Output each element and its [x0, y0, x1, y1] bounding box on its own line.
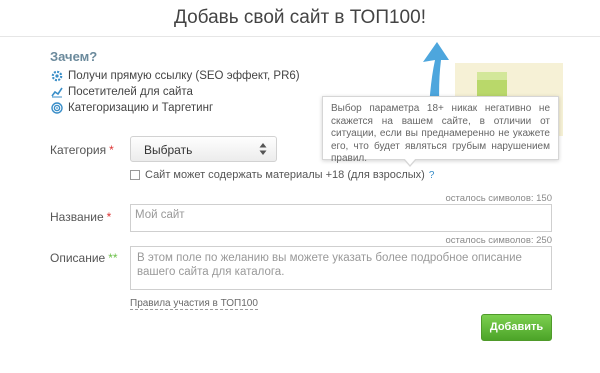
description-label-text: Описание — [50, 251, 106, 265]
tooltip-text: Выбор параметра 18+ никак негативно не с… — [331, 103, 550, 164]
category-select-value: Выбрать — [144, 143, 193, 157]
why-title: Зачем? — [50, 49, 98, 64]
name-input-placeholder: Мой сайт — [135, 209, 185, 221]
description-placeholder: В этом поле по желанию вы можете указать… — [137, 252, 522, 278]
category-label-text: Категория — [50, 143, 107, 157]
description-label: Описание ** — [50, 251, 118, 265]
name-input[interactable]: Мой сайт — [130, 204, 552, 232]
required-mark: * — [106, 210, 112, 224]
chart-bar-top — [477, 72, 507, 80]
chart-icon — [50, 85, 64, 99]
adult-checkbox-row: Сайт может содержать материалы +18 (для … — [130, 169, 434, 181]
description-textarea[interactable]: В этом поле по желанию вы можете указать… — [130, 246, 552, 290]
adult-checkbox-label[interactable]: Сайт может содержать материалы +18 (для … — [145, 169, 425, 181]
required-mark: * — [109, 143, 114, 157]
adult-checkbox[interactable] — [130, 170, 140, 180]
benefit-item: Категоризацию и Таргетинг — [50, 100, 300, 116]
name-counter: осталось символов: 150 — [445, 193, 552, 204]
select-arrows-icon — [259, 143, 267, 155]
benefits-list: Получи прямую ссылку (SEO эффект, PR6) П… — [50, 68, 300, 116]
rules-link[interactable]: Правила участия в ТОП100 — [130, 298, 258, 310]
benefit-label: Посетителей для сайта — [68, 86, 193, 98]
description-counter: осталось символов: 250 — [445, 235, 552, 246]
adult-tooltip: Выбор параметра 18+ никак негативно не с… — [322, 96, 559, 167]
name-label-text: Название — [50, 210, 104, 224]
benefit-item: Посетителей для сайта — [50, 84, 300, 100]
name-label: Название * — [50, 210, 111, 224]
tooltip-tail-inner — [404, 158, 416, 165]
optional-mark: ** — [108, 251, 118, 265]
target-icon — [50, 101, 64, 115]
category-label: Категория * — [50, 143, 114, 157]
submit-button[interactable]: Добавить — [481, 314, 552, 341]
benefit-item: Получи прямую ссылку (SEO эффект, PR6) — [50, 68, 300, 84]
page-title: Добавь свой сайт в ТОП100! — [174, 7, 426, 28]
category-select[interactable]: Выбрать — [130, 136, 277, 162]
benefit-label: Получи прямую ссылку (SEO эффект, PR6) — [68, 70, 300, 82]
gear-icon — [50, 69, 64, 83]
help-icon[interactable]: ? — [429, 170, 435, 181]
header: Добавь свой сайт в ТОП100! — [0, 0, 600, 37]
benefit-label: Категоризацию и Таргетинг — [68, 102, 214, 114]
